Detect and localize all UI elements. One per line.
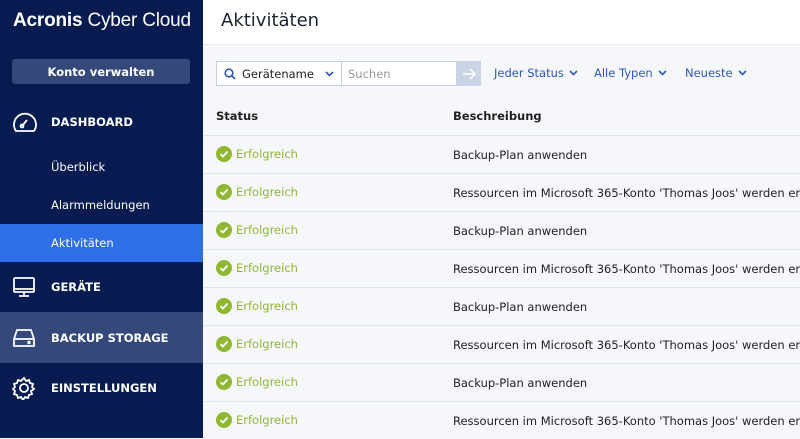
type-filter-dropdown[interactable]: Alle Typen: [594, 66, 667, 80]
chevron-down-icon: [325, 70, 334, 77]
column-header-description[interactable]: Beschreibung: [453, 109, 542, 123]
chevron-down-icon: [658, 70, 667, 76]
description: Backup-Plan anwenden: [453, 224, 588, 238]
sidebar-item-activities[interactable]: Aktivitäten: [0, 224, 203, 262]
column-header-status[interactable]: Status: [216, 109, 258, 123]
field-select[interactable]: Gerätename: [216, 61, 342, 86]
chevron-down-icon: [569, 70, 578, 76]
description: Ressourcen im Microsoft 365-Konto 'Thoma…: [453, 414, 800, 428]
description: Backup-Plan anwenden: [453, 148, 588, 162]
logo: Acronis Cyber Cloud: [13, 10, 191, 31]
sort-dropdown[interactable]: Neueste: [685, 66, 747, 80]
sidebar: Acronis Cyber Cloud Konto verwalten DASH…: [0, 0, 203, 438]
gear-icon: [12, 376, 36, 400]
status-badge: Erfolgreich: [216, 146, 298, 162]
status-badge: Erfolgreich: [216, 298, 298, 314]
sidebar-item-alerts[interactable]: Alarmmeldungen: [0, 186, 203, 224]
dashboard-gauge-icon: [13, 112, 37, 132]
check-circle-icon: [216, 298, 232, 314]
status-badge: Erfolgreich: [216, 222, 298, 238]
description: Ressourcen im Microsoft 365-Konto 'Thoma…: [453, 262, 800, 276]
table-row[interactable]: Erfolgreich Backup-Plan anwenden: [203, 135, 800, 173]
check-circle-icon: [216, 336, 232, 352]
sidebar-item-overview[interactable]: Überblick: [0, 148, 203, 186]
nav-settings[interactable]: EINSTELLUNGEN: [0, 363, 203, 413]
nav-backup-storage[interactable]: BACKUP STORAGE: [0, 312, 203, 363]
check-circle-icon: [216, 184, 232, 200]
table-row[interactable]: Erfolgreich Backup-Plan anwenden: [203, 211, 800, 249]
nav-dashboard[interactable]: DASHBOARD: [0, 103, 203, 141]
description: Backup-Plan anwenden: [453, 300, 588, 314]
table-row[interactable]: Erfolgreich Ressourcen im Microsoft 365-K…: [203, 173, 800, 211]
status-badge: Erfolgreich: [216, 374, 298, 390]
page-title: Aktivitäten: [221, 10, 320, 31]
check-circle-icon: [216, 222, 232, 238]
check-circle-icon: [216, 146, 232, 162]
search-bar: Gerätename Suchen: [216, 61, 481, 86]
nav-devices[interactable]: GERÄTE: [0, 262, 203, 312]
table-row[interactable]: Erfolgreich Ressourcen im Microsoft 365-K…: [203, 249, 800, 287]
search-submit-button[interactable]: [457, 61, 481, 86]
status-filter-dropdown[interactable]: Jeder Status: [494, 66, 578, 80]
search-icon: [224, 67, 236, 80]
chevron-down-icon: [738, 70, 747, 76]
check-circle-icon: [216, 412, 232, 428]
table-row[interactable]: Erfolgreich Backup-Plan anwenden: [203, 287, 800, 325]
status-badge: Erfolgreich: [216, 336, 298, 352]
page-header: Aktivitäten: [203, 0, 800, 45]
hard-drive-icon: [13, 328, 35, 347]
table-row[interactable]: Erfolgreich Ressourcen im Microsoft 365-K…: [203, 401, 800, 439]
check-circle-icon: [216, 260, 232, 276]
description: Ressourcen im Microsoft 365-Konto 'Thoma…: [453, 338, 800, 352]
status-badge: Erfolgreich: [216, 260, 298, 276]
manage-account-button[interactable]: Konto verwalten: [12, 59, 190, 84]
description: Ressourcen im Microsoft 365-Konto 'Thoma…: [453, 186, 800, 200]
description: Backup-Plan anwenden: [453, 376, 588, 390]
check-circle-icon: [216, 374, 232, 390]
status-badge: Erfolgreich: [216, 412, 298, 428]
arrow-right-icon: [463, 67, 476, 80]
table-row[interactable]: Erfolgreich Backup-Plan anwenden: [203, 363, 800, 401]
search-input[interactable]: Suchen: [342, 61, 457, 86]
table-row[interactable]: Erfolgreich Ressourcen im Microsoft 365-K…: [203, 325, 800, 363]
monitor-icon: [13, 277, 35, 297]
status-badge: Erfolgreich: [216, 184, 298, 200]
